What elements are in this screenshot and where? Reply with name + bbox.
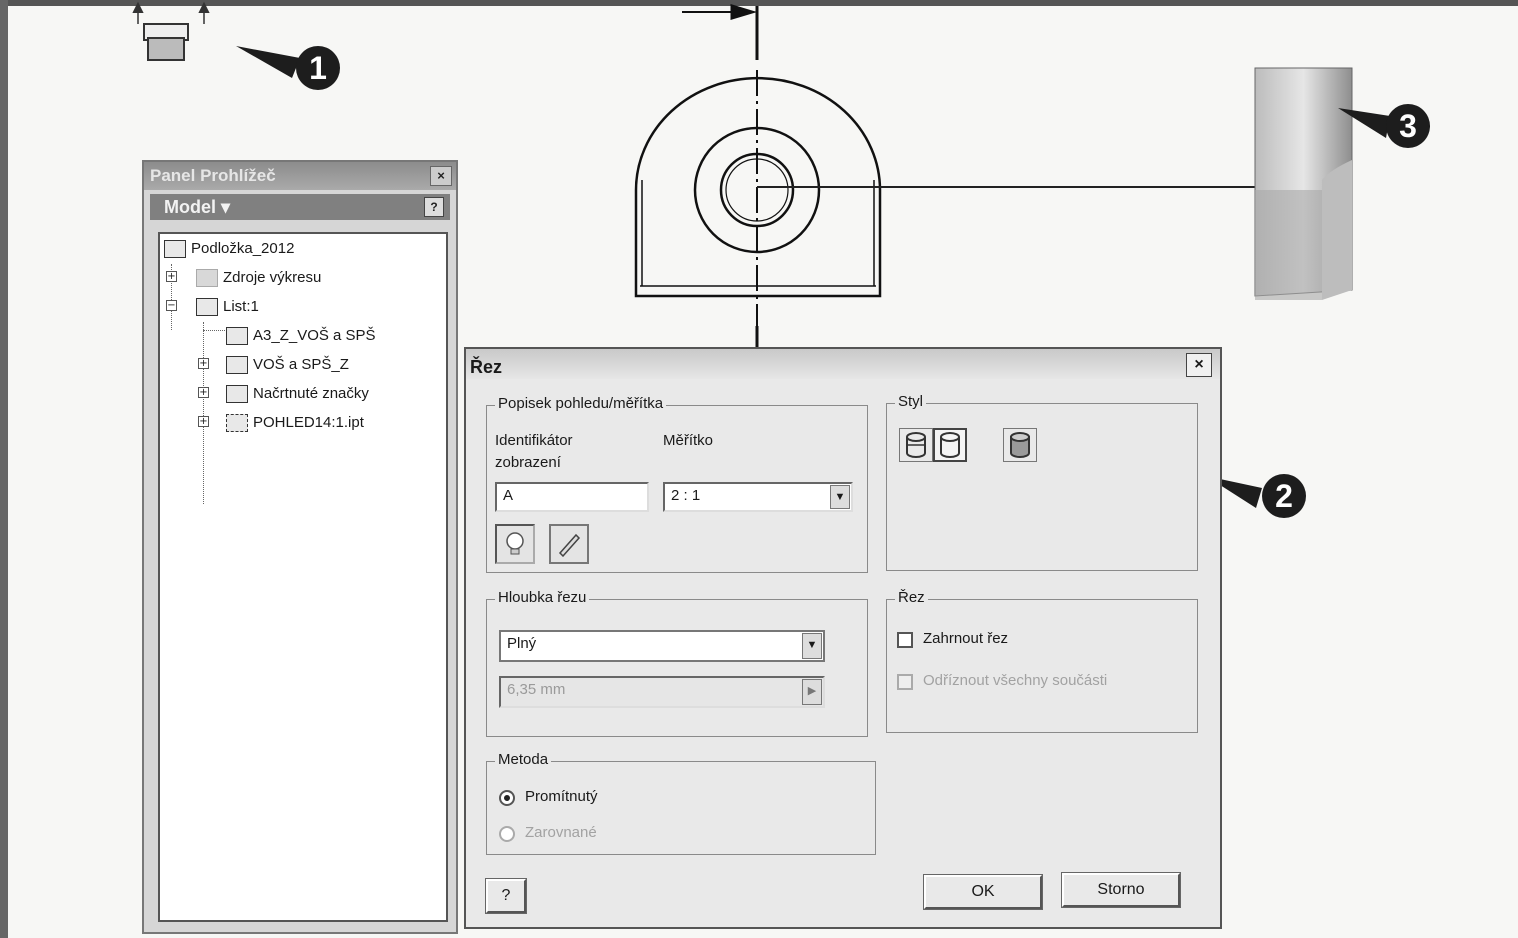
style-shaded-button[interactable] — [1003, 428, 1037, 462]
scale-label: Měřítko — [663, 432, 714, 449]
depth-value: Plný — [507, 635, 537, 652]
model-tree: Podložka_2012 + Zdroje výkresu − List:1 … — [158, 232, 448, 922]
expand-icon[interactable]: + — [198, 387, 209, 398]
sketched-symbol-icon — [226, 385, 248, 403]
group-title: Popisek pohledu/měřítka — [495, 395, 667, 412]
projected-radio[interactable] — [499, 790, 515, 806]
cylinder-hidden-icon — [906, 432, 926, 458]
expand-icon[interactable]: + — [198, 416, 209, 427]
group-title: Styl — [895, 393, 927, 410]
cylinder-outline-icon — [940, 432, 960, 458]
chevron-down-icon[interactable]: ▼ — [830, 485, 850, 509]
pencil-icon — [558, 533, 581, 557]
browser-panel-title: Panel Prohlížeč — [150, 166, 276, 185]
callout-2: 2 — [1262, 474, 1306, 518]
lightbulb-icon — [506, 532, 524, 555]
tree-item-sheet[interactable]: List:1 — [196, 294, 259, 320]
depth-distance-input: 6,35 mm ▶ — [499, 676, 825, 708]
tree-item-title-block[interactable]: VOŠ a SPŠ_Z — [226, 352, 349, 378]
browser-panel: Panel Prohlížeč × Model ▾ ? Podložka_201… — [142, 160, 458, 934]
include-slice-label: Zahrnout řez — [923, 630, 1009, 647]
section-options-group: Řez Zahrnout řez Odříznout všechny součá… — [886, 589, 1198, 733]
aligned-label: Zarovnané — [525, 824, 597, 841]
tree-item-label: A3_Z_VOŠ a SPŠ — [253, 327, 376, 344]
collapse-icon[interactable]: − — [166, 300, 177, 311]
section-depth-group: Hloubka řezu Plný ▼ 6,35 mm ▶ — [486, 589, 868, 737]
chevron-down-icon[interactable]: ▼ — [802, 633, 822, 659]
cylinder-shaded-icon — [1010, 432, 1030, 458]
tree-item-label: Podložka_2012 — [191, 240, 295, 257]
tree-item-view[interactable]: POHLED14:1.ipt — [226, 410, 364, 436]
browser-panel-close-button[interactable]: × — [430, 166, 452, 186]
dialog-help-button[interactable]: ? — [485, 878, 527, 914]
dialog-titlebar: Řez × — [466, 349, 1220, 379]
sheet-icon — [196, 298, 218, 316]
tree-connector — [203, 322, 204, 504]
expand-icon[interactable]: + — [198, 358, 209, 369]
cancel-button[interactable]: Storno — [1061, 872, 1181, 908]
border-icon — [226, 327, 248, 345]
expand-icon[interactable]: + — [166, 271, 177, 282]
tree-item-border[interactable]: A3_Z_VOŠ a SPŠ — [226, 323, 376, 349]
drawing-icon — [164, 240, 186, 258]
depth-select[interactable]: Plný ▼ — [499, 630, 825, 662]
tree-item-sketched-symbols[interactable]: Načrtnuté značky — [226, 381, 369, 407]
projected-label: Promítnutý — [525, 788, 598, 805]
toggle-label-visibility-button[interactable] — [495, 524, 535, 564]
section-line — [682, 3, 759, 350]
view-icon — [226, 414, 248, 432]
tree-connector — [203, 330, 225, 331]
depth-distance-value: 6,35 mm — [507, 681, 566, 698]
chevron-right-icon: ▶ — [802, 679, 822, 705]
view-label-group: Popisek pohledu/měřítka Identifikátor zo… — [486, 395, 868, 573]
slice-all-parts-checkbox — [897, 674, 913, 690]
ok-button[interactable]: OK — [923, 874, 1043, 910]
identifier-label: Identifikátor zobrazení — [495, 432, 573, 471]
tree-item-drawing[interactable]: Podložka_2012 — [164, 236, 294, 262]
browser-panel-titlebar: Panel Prohlížeč × — [144, 162, 456, 190]
model-dropdown[interactable]: Model ▾ ? — [150, 194, 450, 220]
title-block-icon — [226, 356, 248, 374]
folder-icon — [196, 269, 218, 287]
group-title: Hloubka řezu — [495, 589, 590, 606]
aligned-radio — [499, 826, 515, 842]
callout-1: 1 — [296, 46, 340, 90]
include-slice-checkbox[interactable] — [897, 632, 913, 648]
slice-all-parts-label: Odříznout všechny součásti — [923, 672, 1108, 689]
tree-item-label: Zdroje výkresu — [223, 269, 322, 286]
section-view-dialog: Řez × Popisek pohledu/měřítka Identifiká… — [464, 347, 1222, 929]
edit-label-button[interactable] — [549, 524, 589, 564]
dialog-close-button[interactable]: × — [1186, 353, 1212, 377]
scale-value: 2 : 1 — [671, 487, 701, 504]
section-view-preview — [1254, 67, 1353, 300]
group-title: Řez — [895, 589, 928, 606]
method-group: Metoda Promítnutý Zarovnané — [486, 751, 876, 855]
model-dropdown-label: Model ▾ — [164, 197, 231, 217]
style-group: Styl — [886, 393, 1198, 571]
tree-item-label: List:1 — [223, 298, 259, 315]
dialog-title: Řez — [470, 357, 503, 377]
identifier-input[interactable]: A — [495, 482, 649, 512]
create-section-view-icon — [132, 1, 210, 61]
browser-help-button[interactable]: ? — [424, 197, 444, 217]
tree-item-label: Načrtnuté značky — [253, 385, 369, 402]
scale-select[interactable]: 2 : 1 ▼ — [663, 482, 853, 512]
tree-item-label: POHLED14:1.ipt — [253, 414, 364, 431]
style-hidden-lines-removed-button[interactable] — [933, 428, 967, 462]
tree-item-drawing-resources[interactable]: Zdroje výkresu — [196, 265, 321, 291]
callout-3: 3 — [1386, 104, 1430, 148]
callout-pointer-1 — [236, 46, 300, 78]
tree-item-label: VOŠ a SPŠ_Z — [253, 356, 349, 373]
style-hidden-lines-button[interactable] — [899, 428, 933, 462]
group-title: Metoda — [495, 751, 552, 768]
